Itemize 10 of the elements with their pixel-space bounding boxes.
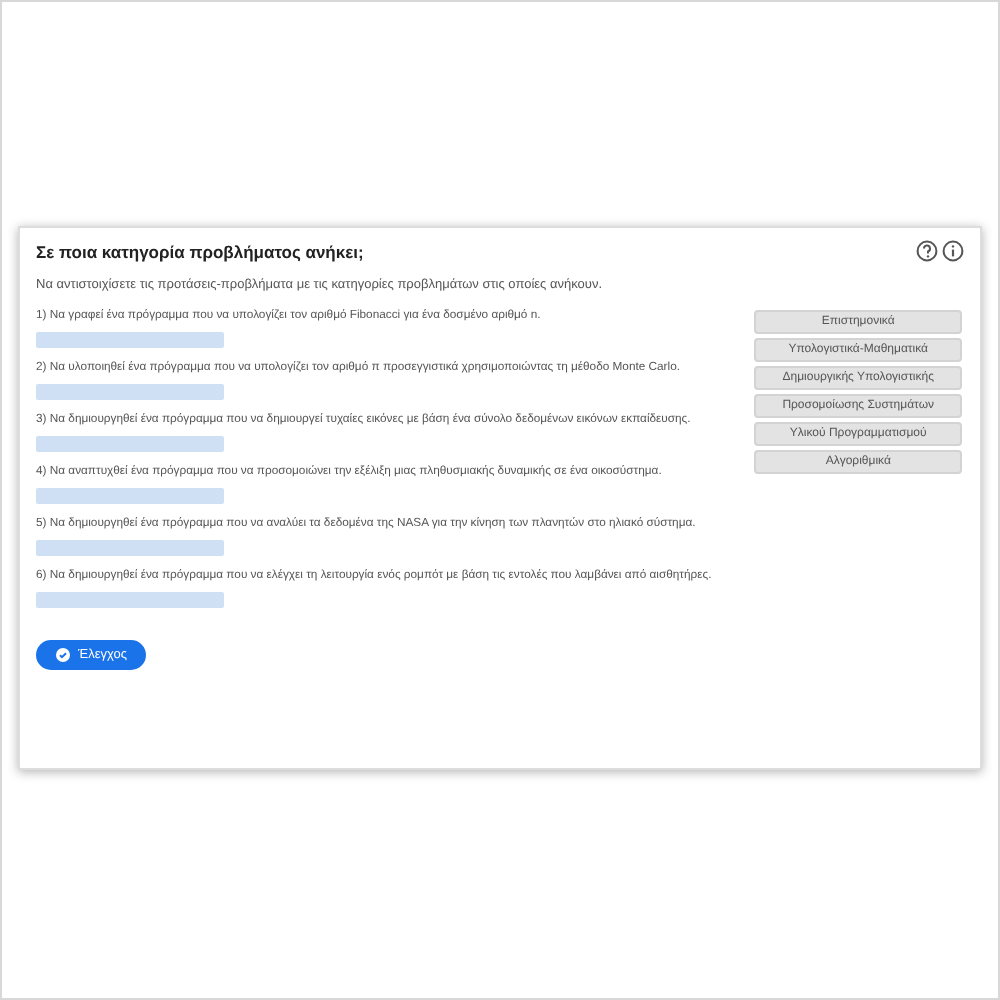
check-icon bbox=[56, 648, 70, 662]
drop-zone[interactable] bbox=[36, 488, 224, 505]
drop-zone[interactable] bbox=[36, 436, 224, 453]
drop-zone[interactable] bbox=[36, 540, 224, 557]
drop-zone[interactable] bbox=[36, 332, 224, 349]
help-icon[interactable] bbox=[916, 240, 938, 262]
drop-zone[interactable] bbox=[36, 384, 224, 401]
question-title: Σε ποια κατηγορία προβλήματος ανήκει; bbox=[36, 241, 364, 261]
drop-zone[interactable] bbox=[36, 592, 224, 609]
info-icon[interactable] bbox=[942, 240, 964, 262]
